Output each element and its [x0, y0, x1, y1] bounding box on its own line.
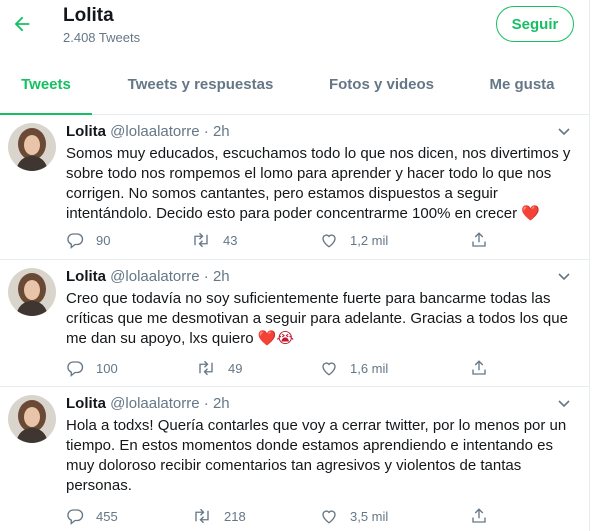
tweet[interactable]: Lolita @lolaalatorre · 2h Somos muy educ…	[0, 115, 590, 260]
tweet-emoji: ❤️	[521, 205, 540, 222]
reply-button[interactable]: 90	[66, 231, 110, 249]
like-button[interactable]: 1,2 mil	[320, 231, 388, 249]
avatar[interactable]	[8, 268, 56, 316]
retweet-icon	[194, 232, 208, 248]
profile-timeline: Lolita 2.408 Tweets Seguir Tweets Tweets…	[0, 0, 590, 531]
like-icon	[322, 510, 336, 524]
avatar[interactable]	[8, 395, 56, 443]
profile-header: Lolita 2.408 Tweets Seguir	[0, 0, 589, 55]
reply-icon	[67, 509, 84, 525]
tweet-separator: ·	[203, 395, 209, 412]
like-icon	[322, 362, 336, 376]
tweet-header: Lolita @lolaalatorre · 2h	[66, 123, 230, 140]
tweet-time[interactable]: 2h	[213, 395, 230, 412]
tab-media[interactable]: Fotos y videos	[309, 55, 454, 114]
follow-button[interactable]: Seguir	[496, 6, 574, 42]
retweet-button[interactable]: 43	[191, 231, 237, 249]
tweet-author-handle[interactable]: @lolaalatorre	[110, 123, 199, 140]
tweet-header: Lolita @lolaalatorre · 2h	[66, 395, 230, 412]
tweet-actions: 100 49 1,6 mil	[66, 359, 576, 379]
tweet-author-handle[interactable]: @lolaalatorre	[110, 268, 199, 285]
share-button[interactable]	[470, 507, 500, 525]
chevron-down-icon[interactable]	[558, 128, 570, 136]
retweet-icon	[199, 360, 213, 376]
share-icon	[472, 508, 486, 523]
tab-tweets-replies[interactable]: Tweets y respuestas	[92, 55, 309, 114]
tweet-text: Somos muy educados, escuchamos todo lo q…	[66, 144, 576, 224]
tweet-author-name[interactable]: Lolita	[66, 395, 106, 412]
back-button[interactable]	[9, 11, 35, 37]
share-icon	[472, 232, 486, 247]
tweet[interactable]: Lolita @lolaalatorre · 2h Hola a todxs! …	[0, 387, 590, 531]
tweet[interactable]: Lolita @lolaalatorre · 2h Creo que todav…	[0, 260, 590, 387]
tab-likes[interactable]: Me gusta	[454, 55, 590, 114]
retweet-button[interactable]: 218	[192, 507, 246, 525]
tweet-separator: ·	[203, 268, 209, 285]
retweet-button[interactable]: 49	[196, 359, 242, 377]
tweet-count: 2.408 Tweets	[63, 30, 141, 45]
tweet-text-body: Creo que todavía no soy suficientemente …	[66, 290, 573, 347]
like-button[interactable]: 1,6 mil	[320, 359, 388, 377]
tweet-actions: 90 43 1,2 mil	[66, 231, 576, 251]
like-icon	[322, 234, 336, 248]
reply-icon	[67, 361, 84, 377]
tweet-author-name[interactable]: Lolita	[66, 123, 106, 140]
reply-count: 100	[96, 360, 118, 376]
retweet-icon	[195, 508, 209, 524]
reply-button[interactable]: 100	[66, 359, 118, 377]
profile-name: Lolita	[63, 5, 114, 26]
tweet-time[interactable]: 2h	[213, 268, 230, 285]
tweet-author-name[interactable]: Lolita	[66, 268, 106, 285]
tweet-header: Lolita @lolaalatorre · 2h	[66, 268, 230, 285]
chevron-down-icon[interactable]	[558, 273, 570, 281]
share-button[interactable]	[470, 359, 500, 377]
retweet-count: 43	[223, 232, 238, 248]
like-button[interactable]: 3,5 mil	[320, 507, 388, 525]
reply-icon	[67, 233, 84, 249]
reply-count: 455	[96, 508, 118, 524]
chevron-down-icon[interactable]	[558, 400, 570, 408]
tab-tweets[interactable]: Tweets	[0, 55, 92, 115]
profile-tabs: Tweets Tweets y respuestas Fotos y video…	[0, 55, 590, 115]
tweet-author-handle[interactable]: @lolaalatorre	[110, 395, 199, 412]
retweet-count: 218	[224, 508, 246, 524]
back-arrow-icon	[14, 16, 30, 32]
tweet-text-body: Somos muy educados, escuchamos todo lo q…	[66, 145, 575, 222]
tweet-text: Hola a todxs! Quería contarles que voy a…	[66, 416, 576, 496]
like-count: 1,6 mil	[350, 360, 389, 376]
avatar[interactable]	[8, 123, 56, 171]
tweet-actions: 455 218 3,5 mil	[66, 507, 576, 527]
like-count: 1,2 mil	[350, 232, 389, 248]
tweet-text-body: Hola a todxs! Quería contarles que voy a…	[66, 417, 571, 494]
tweet-text: Creo que todavía no soy suficientemente …	[66, 289, 576, 349]
share-button[interactable]	[470, 231, 500, 249]
like-count: 3,5 mil	[350, 508, 389, 524]
reply-count: 90	[96, 232, 111, 248]
retweet-count: 49	[228, 360, 243, 376]
share-icon	[472, 360, 486, 375]
reply-button[interactable]: 455	[66, 507, 118, 525]
tweet-emoji: ❤️😭	[257, 330, 295, 347]
tweet-separator: ·	[203, 123, 209, 140]
tweet-time[interactable]: 2h	[213, 123, 230, 140]
